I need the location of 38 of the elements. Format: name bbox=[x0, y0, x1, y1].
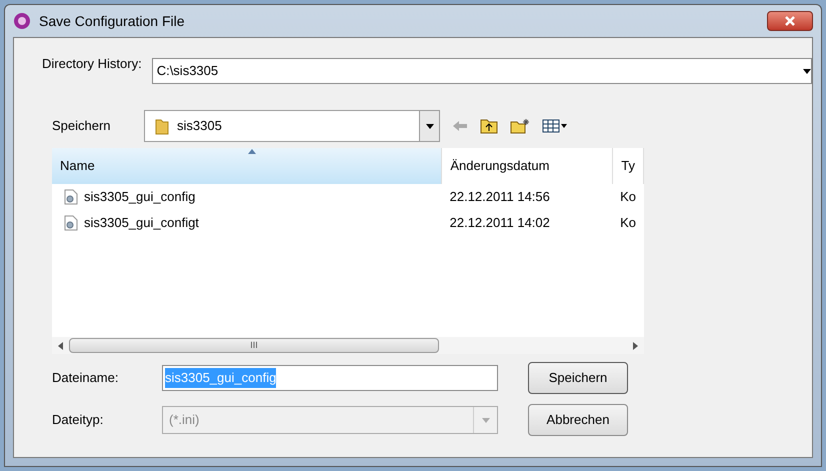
column-header[interactable]: Name bbox=[52, 148, 442, 184]
dropdown-arrow-icon bbox=[803, 68, 811, 74]
new-folder-icon[interactable] bbox=[510, 118, 530, 134]
file-name: sis3305_gui_configt bbox=[84, 214, 199, 232]
directory-history-label: Directory History: bbox=[42, 55, 142, 73]
app-logo-icon bbox=[13, 12, 31, 30]
settings-file-icon bbox=[64, 189, 78, 205]
filetype-label: Dateityp: bbox=[52, 411, 104, 430]
dropdown-arrow-icon bbox=[482, 418, 490, 422]
file-date: 22.12.2011 14:56 bbox=[448, 188, 551, 206]
up-folder-icon[interactable] bbox=[480, 118, 498, 134]
scrollbar-thumb[interactable]: III bbox=[69, 338, 439, 353]
file-row[interactable]: sis3305_gui_configt 22.12.2011 14:02 Ko bbox=[52, 210, 644, 236]
file-date: 22.12.2011 14:02 bbox=[448, 214, 551, 232]
horizontal-scrollbar[interactable]: III bbox=[52, 337, 644, 354]
column-header[interactable]: Ty bbox=[613, 148, 644, 184]
file-name: sis3305_gui_config bbox=[84, 188, 196, 206]
cancel-button[interactable]: Abbrechen bbox=[528, 404, 628, 436]
scroll-left-icon[interactable] bbox=[58, 342, 63, 350]
file-type: Ko bbox=[619, 214, 637, 232]
file-type: Ko bbox=[619, 188, 637, 206]
dropdown-button[interactable] bbox=[419, 111, 439, 141]
close-button[interactable] bbox=[767, 11, 813, 31]
view-menu-icon[interactable] bbox=[542, 119, 568, 133]
sort-arrow-icon bbox=[248, 149, 256, 154]
save-in-label: Speichern bbox=[52, 117, 112, 136]
dropdown-arrow-icon bbox=[426, 124, 434, 128]
filename-label: Dateiname: bbox=[52, 369, 120, 388]
save-button[interactable]: Speichern bbox=[528, 362, 628, 394]
folder-icon bbox=[155, 117, 169, 135]
save-in-dropdown[interactable]: sis3305 bbox=[144, 110, 440, 142]
scroll-right-icon[interactable] bbox=[633, 342, 638, 350]
column-header[interactable]: Änderungsdatum bbox=[442, 148, 614, 184]
close-icon bbox=[785, 16, 795, 26]
settings-file-icon bbox=[64, 215, 78, 231]
window-title: Save Configuration File bbox=[39, 12, 185, 31]
directory-history-dropdown[interactable]: C:\sis3305 bbox=[152, 58, 812, 84]
file-row[interactable]: sis3305_gui_config 22.12.2011 14:56 Ko bbox=[52, 184, 644, 210]
